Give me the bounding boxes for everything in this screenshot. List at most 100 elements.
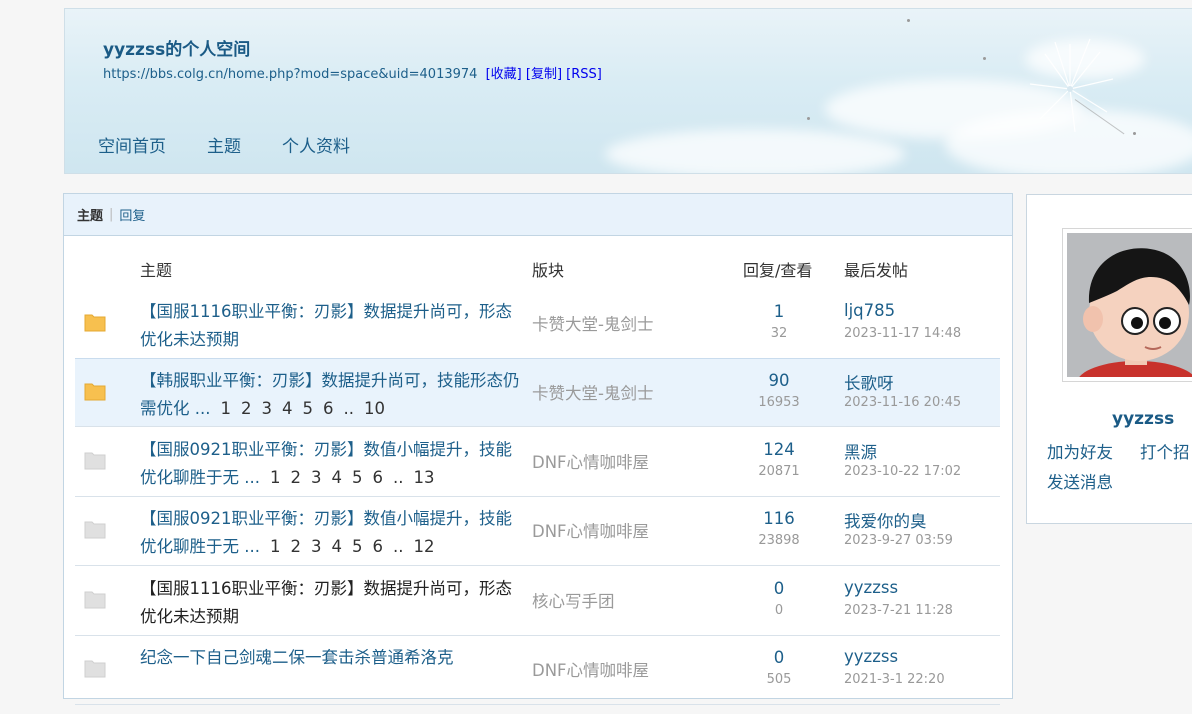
page-link[interactable]: 3 [311,537,322,556]
thread-subject: 【国服1116职业平衡：刃影】数据提升尚可，形态优化未达预期 [140,298,520,354]
thread-pagination: 1 2 3 4 5 6.. 12 [260,537,435,556]
space-nav: 空间首页 主题 个人资料 [98,132,391,157]
last-post-time: 2023-11-16 20:45 [844,395,962,410]
thread-reply-count[interactable]: 124 [735,440,823,459]
page-link[interactable]: .. [343,399,354,418]
thread-reply-count[interactable]: 1 [735,302,823,321]
page-link[interactable]: 1 [270,537,281,556]
thread-reply-count[interactable]: 116 [735,509,823,528]
thread-reply-count[interactable]: 90 [735,371,823,390]
table-row: 【国服0921职业平衡：刃影】数值小幅提升，技能优化聊胜于无 ... 1 2 3 4 5 6… [75,428,1000,497]
column-subject: 主题 [140,261,173,280]
thread-subject: 【国服1116职业平衡：刃影】数据提升尚可，形态优化未达预期 [140,575,520,631]
last-post-user[interactable]: yyzzss [844,578,898,597]
column-forum: 版块 [532,261,565,280]
folder-new-icon [84,314,106,332]
page-link[interactable]: 3 [261,399,272,418]
table-row: 【韩服职业平衡：刃影】数据提升尚可，技能形态仍需优化 ... 1 2 3 4 5 6.. 10… [75,358,1000,427]
page-link[interactable]: 2 [290,537,301,556]
last-post-time: 2023-11-17 14:48 [844,326,962,341]
folder-icon [84,591,106,609]
page-link[interactable]: 12 [413,537,434,556]
rss-link[interactable]: [RSS] [566,67,602,82]
page-link[interactable]: .. [393,537,404,556]
avatar[interactable] [1062,228,1192,382]
thread-pagination: 1 2 3 4 5 6.. 10 [210,399,385,418]
thread-reply-count[interactable]: 0 [735,648,823,667]
thread-title-link[interactable]: 【国服1116职业平衡：刃影】数据提升尚可，形态优化未达预期 [140,302,512,349]
last-post-time: 2023-9-27 03:59 [844,533,953,548]
thread-title-link[interactable]: 纪念一下自己剑魂二保一套击杀普通希洛克 [140,648,454,667]
page-link[interactable]: 5 [352,537,363,556]
thread-view-count: 0 [774,603,784,618]
seed-decoration [1133,132,1136,135]
last-post-user[interactable]: 黑源 [844,439,877,463]
page-link[interactable]: 5 [302,399,313,418]
thread-reply-count[interactable]: 0 [735,579,823,598]
space-title: yyzzss的个人空间 [103,40,251,60]
thread-tabs: 主题 | 回复 [64,194,1012,236]
page-link[interactable]: .. [393,468,404,487]
page-link[interactable]: 1 [220,399,231,418]
add-friend-link[interactable]: 加为好友 [1047,439,1113,463]
page-link[interactable]: 2 [290,468,301,487]
column-last-post: 最后发帖 [844,261,909,280]
thread-view-count: 16953 [758,395,800,410]
space-url-line: https://bbs.colg.cn/home.php?mod=space&u… [103,63,602,82]
greet-link[interactable]: 打个招 [1140,439,1190,463]
thread-view-count: 23898 [758,533,800,548]
seed-decoration [807,117,810,120]
nav-space-home[interactable]: 空间首页 [98,132,166,157]
last-post-user[interactable]: 我爱你的臭 [844,508,927,532]
thread-subject: 【韩服职业平衡：刃影】数据提升尚可，技能形态仍需优化 ... 1 2 3 4 5 6.. 10 [140,367,520,423]
thread-list-panel: 主题 | 回复 主题 版块 回复/查看 最后发帖 【国服1116职业平衡：刃影】… [63,193,1013,705]
copy-link[interactable]: [复制] [526,67,562,82]
page-link[interactable]: 2 [241,399,252,418]
table-row: 【国服0921职业平衡：刃影】数值小幅提升，技能优化聊胜于无 ... 1 2 3 4 5 6… [75,497,1000,566]
thread-forum-link[interactable]: DNF心情咖啡屋 [532,657,649,681]
seed-decoration [907,19,910,22]
page-link[interactable]: 4 [282,399,293,418]
folder-icon [84,660,106,678]
thread-subject: 【国服0921职业平衡：刃影】数值小幅提升，技能优化聊胜于无 ... 1 2 3 4 5 6… [140,505,520,561]
thread-forum-link[interactable]: 核心写手团 [532,588,615,612]
folder-icon [84,452,106,470]
table-row: 【国服1116职业平衡：刃影】数据提升尚可，形态优化未达预期 卡赞大堂-鬼剑士 1 3… [75,290,1000,359]
nav-threads[interactable]: 主题 [207,132,241,157]
table-row: 纪念一下自己剑魂二保一套击杀普通希洛克 DNF心情咖啡屋 0 505 yyzzss 202… [75,636,1000,705]
last-post-user[interactable]: 长歌呀 [844,370,894,394]
profile-username[interactable]: yyzzss [1112,409,1174,429]
last-post-user[interactable]: yyzzss [844,647,898,666]
folder-icon [84,521,106,539]
page-link[interactable]: 13 [413,468,434,487]
page-link[interactable]: 3 [311,468,322,487]
page-link[interactable]: 4 [331,468,342,487]
favorite-link[interactable]: [收藏] [486,67,522,82]
thread-subject: 【国服0921职业平衡：刃影】数值小幅提升，技能优化聊胜于无 ... 1 2 3 4 5 6… [140,436,520,492]
nav-profile[interactable]: 个人资料 [282,132,350,157]
tab-replies[interactable]: 回复 [119,205,145,224]
tab-threads[interactable]: 主题 [77,205,103,224]
thread-forum-link[interactable]: DNF心情咖啡屋 [532,449,649,473]
page-link[interactable]: 6 [372,468,383,487]
thread-forum-link[interactable]: 卡赞大堂-鬼剑士 [532,380,653,404]
profile-card: yyzzss 加为好友 打个招 发送消息 [1026,194,1192,524]
page-link[interactable]: 4 [331,537,342,556]
last-post-user[interactable]: ljq785 [844,301,895,320]
send-message-link[interactable]: 发送消息 [1047,469,1113,493]
cartoon-boy-icon [1067,233,1192,377]
thread-subject: 纪念一下自己剑魂二保一套击杀普通希洛克 [140,644,520,672]
page-link[interactable]: 5 [352,468,363,487]
page-link[interactable]: 10 [364,399,385,418]
thread-view-count: 32 [770,326,788,341]
page-link[interactable]: 1 [270,468,281,487]
thread-title-link[interactable]: 【国服1116职业平衡：刃影】数据提升尚可，形态优化未达预期 [140,579,512,626]
thread-forum-link[interactable]: 卡赞大堂-鬼剑士 [532,311,653,335]
thread-pagination: 1 2 3 4 5 6.. 13 [260,468,435,487]
column-replies-views: 回复/查看 [743,261,813,280]
page-link[interactable]: 6 [323,399,334,418]
last-post-time: 2023-10-22 17:02 [844,464,962,479]
thread-forum-link[interactable]: DNF心情咖啡屋 [532,518,649,542]
thread-view-count: 505 [766,672,792,687]
page-link[interactable]: 6 [372,537,383,556]
